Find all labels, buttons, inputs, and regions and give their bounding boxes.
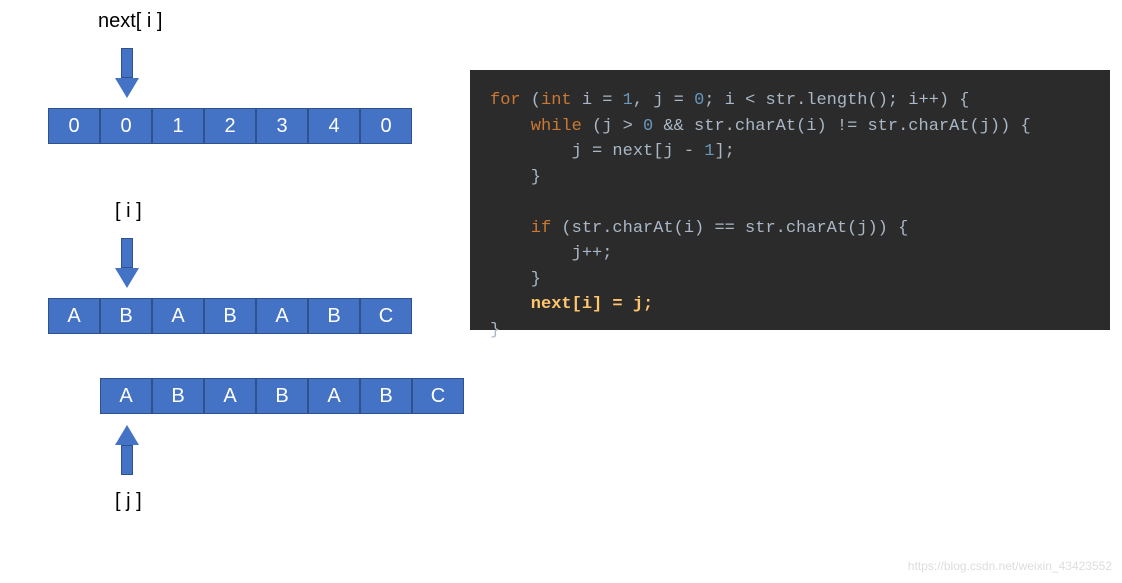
code-token: , j =	[633, 91, 694, 110]
array-str-j: A B A B A B C	[100, 378, 464, 414]
code-token: ];	[714, 142, 734, 161]
code-token: int	[541, 91, 572, 110]
cell: 0	[100, 108, 152, 144]
code-token: i =	[572, 91, 623, 110]
label-j: [ j ]	[115, 490, 142, 513]
code-token: j++;	[490, 244, 612, 263]
label-next-i: next[ i ]	[98, 10, 162, 33]
code-token: && str.charAt(i) != str.charAt(j)) {	[653, 117, 1030, 136]
array-str-i: A B A B A B C	[48, 298, 412, 334]
code-token: (j >	[582, 117, 643, 136]
cell: B	[100, 298, 152, 334]
code-token: 1	[704, 142, 714, 161]
cell: 3	[256, 108, 308, 144]
code-token: next[i] = j;	[490, 295, 653, 314]
code-token: 1	[623, 91, 633, 110]
cell: B	[308, 298, 360, 334]
code-token: for	[490, 91, 521, 110]
code-token: 0	[694, 91, 704, 110]
cell: A	[308, 378, 360, 414]
arrow-down-next	[115, 48, 139, 98]
cell: A	[100, 378, 152, 414]
cell: A	[256, 298, 308, 334]
cell: 2	[204, 108, 256, 144]
code-token: (	[521, 91, 541, 110]
code-token: j = next[j -	[490, 142, 704, 161]
cell: A	[48, 298, 100, 334]
cell: A	[152, 298, 204, 334]
label-i: [ i ]	[115, 200, 142, 223]
cell: 0	[48, 108, 100, 144]
code-token: if	[490, 219, 551, 238]
code-token: }	[490, 321, 500, 340]
cell: B	[360, 378, 412, 414]
cell: A	[204, 378, 256, 414]
cell: B	[152, 378, 204, 414]
cell: 4	[308, 108, 360, 144]
cell: C	[412, 378, 464, 414]
watermark: https://blog.csdn.net/weixin_43423552	[908, 559, 1112, 573]
code-token: }	[490, 270, 541, 289]
code-block: for (int i = 1, j = 0; i < str.length();…	[470, 70, 1110, 330]
code-token: ; i < str.length(); i++) {	[704, 91, 969, 110]
code-token: 0	[643, 117, 653, 136]
array-next: 0 0 1 2 3 4 0	[48, 108, 412, 144]
cell: B	[256, 378, 308, 414]
code-token: while	[490, 117, 582, 136]
cell: 1	[152, 108, 204, 144]
arrow-up-j	[115, 425, 139, 475]
code-token: }	[490, 168, 541, 187]
cell: B	[204, 298, 256, 334]
code-token: (str.charAt(i) == str.charAt(j)) {	[551, 219, 908, 238]
cell: C	[360, 298, 412, 334]
arrow-down-i	[115, 238, 139, 288]
cell: 0	[360, 108, 412, 144]
